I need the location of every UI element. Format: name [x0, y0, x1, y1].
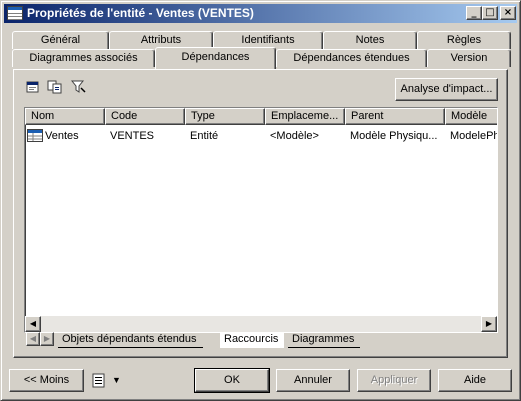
window-title: Propriétés de l'entité - Ventes (VENTES)	[27, 6, 254, 20]
entity-table-icon	[7, 6, 23, 20]
ok-button[interactable]: OK	[194, 368, 270, 393]
close-button[interactable]: ×	[500, 6, 516, 20]
tab-notes[interactable]: Notes	[323, 31, 417, 49]
entity-properties-dialog: Propriétés de l'entité - Ventes (VENTES)…	[0, 0, 521, 401]
subtab-objets-dependants-etendus[interactable]: Objets dépendants étendus	[58, 332, 203, 348]
scroll-right-icon[interactable]: ▶	[481, 316, 497, 332]
cell-parent: Modèle Physiqu...	[350, 130, 438, 142]
help-button[interactable]: Aide	[438, 369, 512, 392]
subtab-diagrammes[interactable]: Diagrammes	[288, 332, 361, 348]
moins-button[interactable]: << Moins	[9, 369, 84, 392]
column-header-nom[interactable]: Nom	[25, 108, 105, 125]
list-menu-icon[interactable]	[91, 373, 107, 389]
horizontal-scrollbar[interactable]: ◀ ▶	[25, 316, 497, 332]
dropdown-arrow-icon[interactable]: ▼	[112, 375, 121, 385]
cell-emplacement: <Modèle>	[270, 130, 319, 142]
cell-type: Entité	[190, 130, 219, 142]
column-header-parent[interactable]: Parent	[345, 108, 445, 125]
analyse-impact-button[interactable]: Analyse d'impact...	[395, 78, 498, 101]
subtab-prev-icon[interactable]: ◀	[26, 332, 40, 346]
cell-modele: ModelePh	[450, 130, 498, 142]
tab-dependances-etendues[interactable]: Dépendances étendues	[276, 49, 427, 67]
minimize-button[interactable]: _	[466, 6, 482, 20]
subtab-raccourcis[interactable]: Raccourcis	[220, 332, 285, 348]
column-header-modele[interactable]: Modèle	[445, 108, 497, 125]
cancel-button[interactable]: Annuler	[276, 369, 350, 392]
entity-row-icon	[27, 129, 43, 143]
tab-diagrammes-associes[interactable]: Diagrammes associés	[12, 49, 155, 67]
column-header-type[interactable]: Type	[185, 108, 265, 125]
column-header-code[interactable]: Code	[105, 108, 185, 125]
cell-code: VENTES	[110, 130, 155, 142]
filter-icon[interactable]	[70, 79, 88, 97]
properties-icon[interactable]	[24, 79, 42, 97]
tab-version[interactable]: Version	[427, 49, 511, 67]
subtab-next-icon[interactable]: ▶	[40, 332, 54, 346]
tab-general[interactable]: Général	[12, 31, 109, 49]
tab-dependances[interactable]: Dépendances	[155, 47, 276, 69]
dependencies-list[interactable]: Nom Code Type Emplaceme... Parent Modèle…	[24, 107, 498, 333]
scroll-left-icon[interactable]: ◀	[25, 316, 41, 332]
dependances-panel: Analyse d'impact... Nom Code Type Emplac…	[13, 69, 508, 358]
copy-icon[interactable]	[46, 79, 64, 97]
title-bar[interactable]: Propriétés de l'entité - Ventes (VENTES)…	[4, 4, 517, 23]
tab-regles[interactable]: Règles	[417, 31, 511, 49]
cell-nom: Ventes	[45, 130, 79, 142]
apply-button: Appliquer	[357, 369, 431, 392]
maximize-button[interactable]: □	[482, 6, 498, 20]
subtab-strip: ◀ ▶ Objets dépendants étendus Raccourcis…	[24, 332, 498, 349]
column-header-emplacement[interactable]: Emplaceme...	[265, 108, 345, 125]
